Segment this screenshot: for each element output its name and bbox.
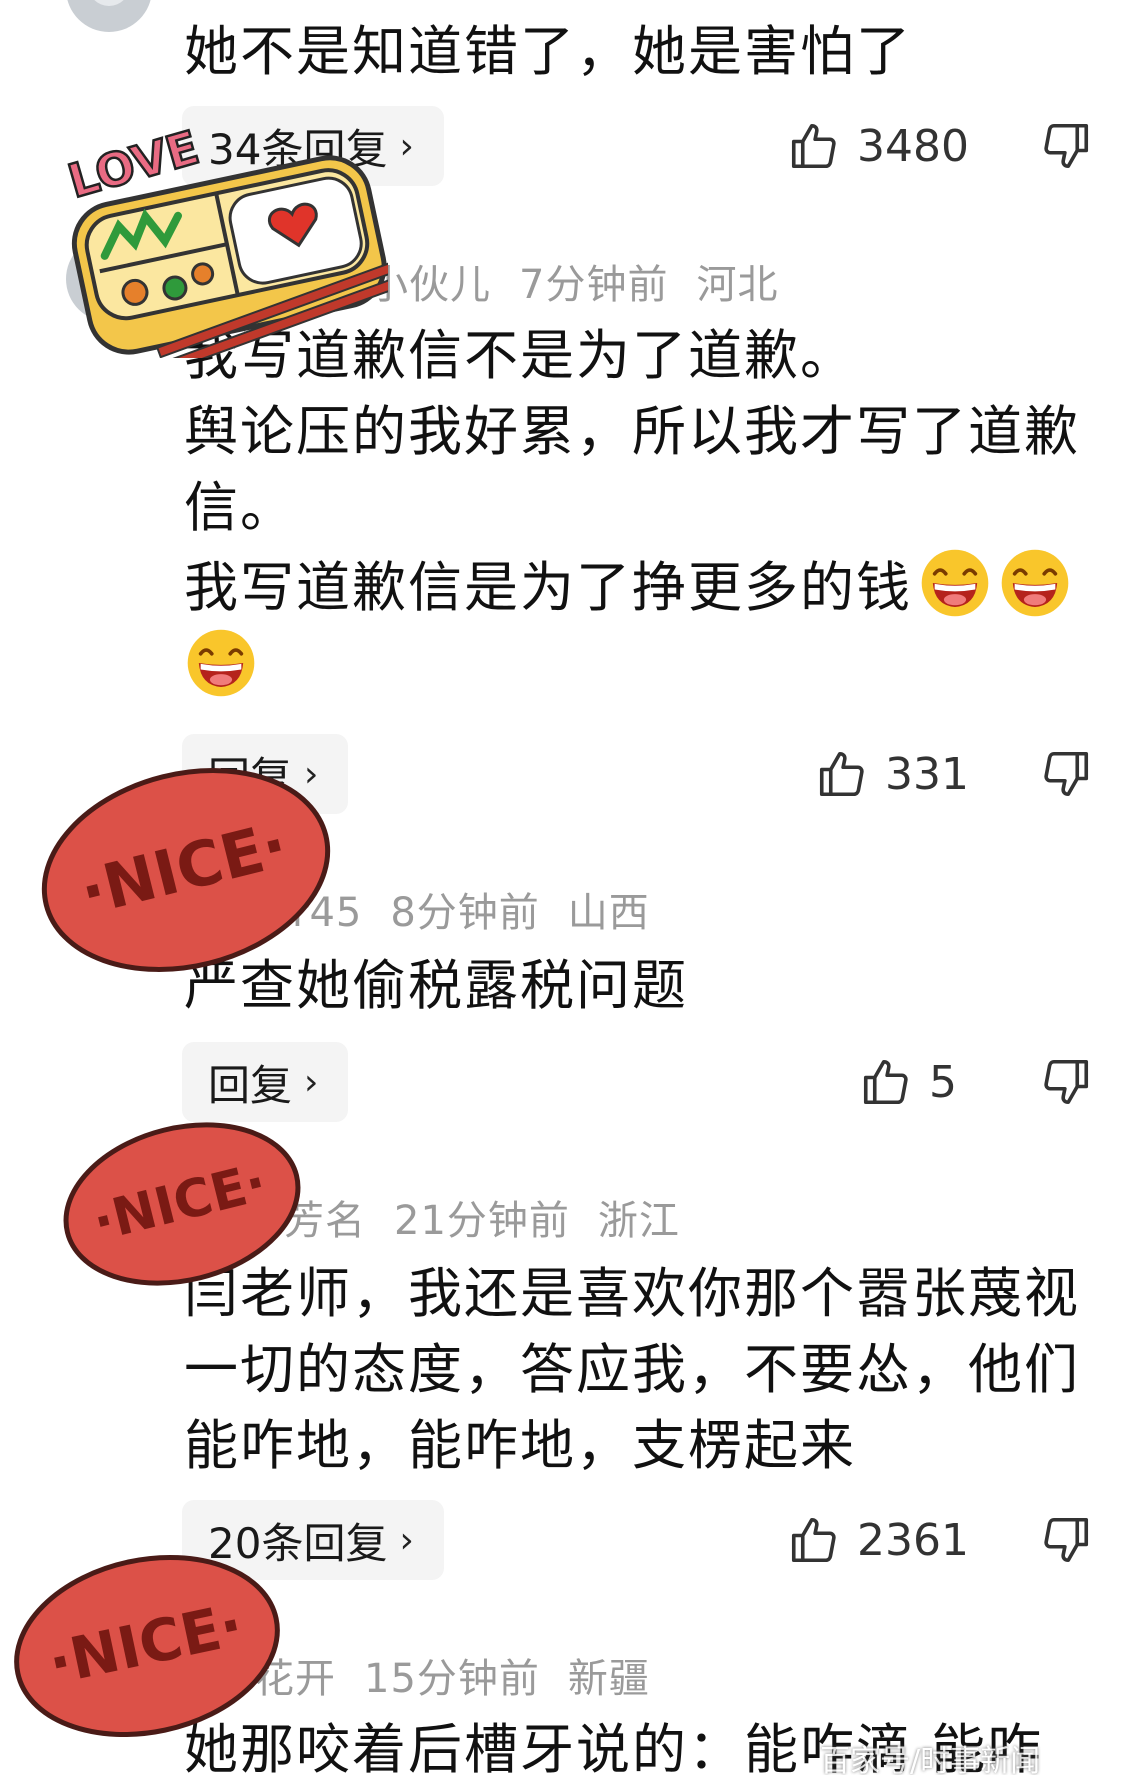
chevron-right-icon: ›	[399, 125, 414, 167]
thumbs-up-icon[interactable]	[815, 747, 869, 801]
laughing-emoji-icon	[921, 549, 989, 617]
thumbs-up-icon[interactable]	[787, 119, 841, 173]
timestamp: 21分钟前	[394, 1198, 570, 1244]
location: 河北	[696, 262, 779, 308]
comment-body: 她不是知道错了，她是害怕了	[184, 20, 912, 83]
avatar[interactable]	[66, 0, 152, 32]
like-bar: 5	[859, 1042, 1093, 1122]
thumbs-down-icon[interactable]	[1039, 1513, 1093, 1567]
location: 浙江	[597, 1198, 680, 1244]
thumbs-up-icon[interactable]	[859, 1055, 913, 1109]
reply-label: 回复	[208, 1060, 293, 1110]
thumbs-up-icon[interactable]	[787, 1513, 841, 1567]
timestamp: 7分钟前	[519, 262, 669, 308]
thumbs-down-icon[interactable]	[1039, 119, 1093, 173]
like-count: 2361	[857, 1514, 969, 1566]
like-count: 3480	[857, 120, 969, 172]
like-bar: 2361	[787, 1500, 1093, 1580]
like-bar: 331	[815, 734, 1093, 814]
thumbs-down-icon[interactable]	[1039, 747, 1093, 801]
like-count: 5	[929, 1056, 957, 1108]
location: 山西	[567, 890, 650, 936]
like-bar: 3480	[787, 106, 1093, 186]
love-lunchbox-sticker: LOVE	[61, 119, 388, 358]
nice-stamp-sticker: ·NICE·	[63, 1122, 301, 1286]
comment-body: 我写道歉信不是为了道歉。 舆论压的我好累，所以我才写了道歉信。 我写道歉信是为了…	[184, 318, 1114, 706]
nice-stamp-sticker: ·NICE·	[14, 1555, 280, 1737]
timestamp: 15分钟前	[364, 1656, 540, 1702]
chevron-right-icon: ›	[399, 1519, 414, 1561]
laughing-emoji-icon	[187, 629, 255, 697]
chevron-right-icon: ›	[304, 1061, 319, 1103]
watermark: 百家号/时事新闻	[820, 1744, 1041, 1775]
reply-button[interactable]: 回复 ›	[182, 1042, 349, 1122]
nice-stamp-sticker: ·NICE·	[41, 768, 331, 972]
thumbs-down-icon[interactable]	[1039, 1055, 1093, 1109]
comment-body: 闫老师，我还是喜欢你那个嚣张蔑视一切的态度，答应我，不要怂，他们能咋地，能咋地，…	[184, 1262, 1080, 1477]
location: 新疆	[567, 1656, 650, 1702]
timestamp: 8分钟前	[390, 890, 540, 936]
laughing-emoji-icon	[1001, 549, 1069, 617]
like-count: 331	[885, 748, 969, 800]
